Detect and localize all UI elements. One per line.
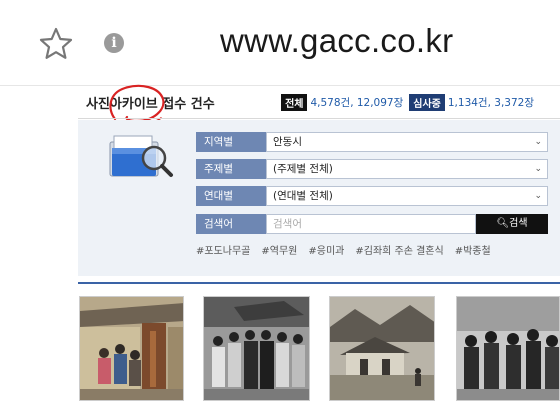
photo-image <box>330 297 434 400</box>
review-value: 1,134건, 3,372장 <box>447 97 534 109</box>
topic-filter: 주제별 (주제별 전체) ⌄ <box>196 159 548 179</box>
region-filter: 지역별 안동시 ⌄ <box>196 132 548 152</box>
keyword-row: 검색어 검색어 🔍︎검색 <box>196 214 548 234</box>
topic-select[interactable]: (주제별 전체) ⌄ <box>266 159 548 179</box>
browser-url-bar: i www.gacc.co.kr <box>0 0 560 86</box>
divider <box>78 118 560 119</box>
keyword-label: 검색어 <box>196 214 266 234</box>
hashtag-link[interactable]: #김좌희 주손 결혼식 <box>355 242 443 257</box>
region-select[interactable]: 안동시 ⌄ <box>266 132 548 152</box>
region-selected-value: 안동시 <box>273 136 302 148</box>
photo-thumbnail[interactable] <box>329 296 435 401</box>
topic-selected-value: (주제별 전체) <box>273 163 333 175</box>
region-label: 지역별 <box>196 132 266 152</box>
photo-image <box>204 297 309 400</box>
photo-thumbnail[interactable] <box>203 296 310 401</box>
page-title: 사진아카이브 접수 건수 <box>86 97 215 112</box>
section-divider <box>78 282 560 284</box>
hashtag-link[interactable]: #역무원 <box>261 242 297 257</box>
hashtag-link[interactable]: #포도나무골 <box>196 242 250 257</box>
era-select[interactable]: (연대별 전체) ⌄ <box>266 186 548 206</box>
hashtag-link[interactable]: #박종철 <box>455 242 491 257</box>
total-value: 4,578건, 12,097장 <box>310 97 404 109</box>
chevron-down-icon: ⌄ <box>534 164 542 174</box>
search-input[interactable]: 검색어 <box>266 214 476 234</box>
search-button[interactable]: 🔍︎검색 <box>476 214 548 234</box>
info-icon[interactable]: i <box>104 33 124 53</box>
submission-stats: 전체 4,578건, 12,097장 심사중 1,134건, 3,372장 <box>281 94 540 111</box>
photo-image <box>80 297 183 400</box>
era-filter: 연대별 (연대별 전체) ⌄ <box>196 186 548 206</box>
search-icon: 🔍︎ <box>496 218 510 229</box>
era-label: 연대별 <box>196 186 266 206</box>
photo-image <box>457 297 559 400</box>
photo-thumbnail[interactable] <box>79 296 184 401</box>
chevron-down-icon: ⌄ <box>534 191 542 201</box>
url-text[interactable]: www.gacc.co.kr <box>220 22 453 60</box>
total-badge: 전체 <box>281 94 308 111</box>
hashtag-list: #포도나무골 #역무원 #응미과 #김좌희 주손 결혼식 #박종철 <box>196 242 502 257</box>
folder-search-icon <box>109 135 173 177</box>
search-button-label: 검색 <box>509 218 528 229</box>
era-selected-value: (연대별 전체) <box>273 190 333 202</box>
chevron-down-icon: ⌄ <box>534 137 542 147</box>
star-icon[interactable] <box>38 26 74 62</box>
review-badge: 심사중 <box>409 94 445 111</box>
topic-label: 주제별 <box>196 159 266 179</box>
hashtag-link[interactable]: #응미과 <box>308 242 344 257</box>
photo-thumbnail[interactable] <box>456 296 560 401</box>
